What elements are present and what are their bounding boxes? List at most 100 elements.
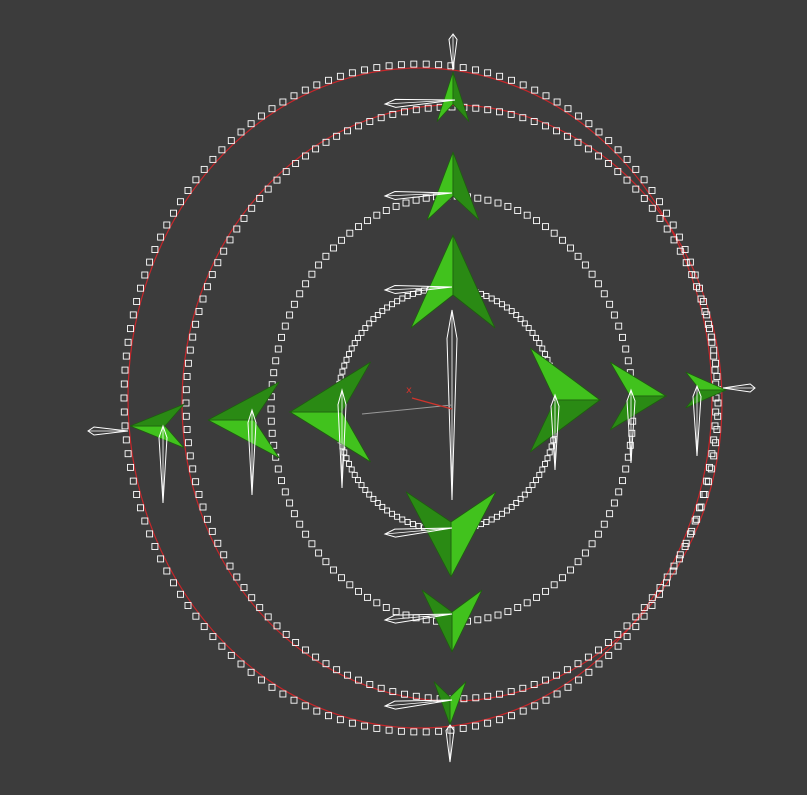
ring-2-vertex	[286, 499, 294, 507]
ring-2-vertex	[272, 357, 280, 365]
ring-0-vertex	[257, 112, 265, 120]
ring-2-vertex	[267, 405, 275, 413]
leaf-bottom-2[interactable]	[421, 589, 483, 653]
leaf-top-2[interactable]	[426, 151, 480, 221]
ring-2-vertex	[567, 566, 574, 574]
ring-0-vertex	[227, 137, 235, 145]
ring-2-vertex	[402, 199, 410, 207]
ring-2-vertex	[574, 558, 582, 566]
leaf-right-1[interactable]	[529, 347, 602, 453]
ring-1-vertex	[701, 491, 709, 498]
ring-3-vertex	[499, 510, 505, 517]
ring-0-vertex	[519, 81, 527, 89]
ring-2-vertex	[588, 270, 596, 278]
ring-3-vertex	[488, 295, 495, 302]
ring-1-vertex	[710, 346, 718, 354]
ring-0-vertex	[279, 98, 287, 106]
ring-2-vertex	[615, 322, 623, 330]
ring-0-vertex	[361, 66, 368, 74]
leaf-left-1[interactable]	[288, 361, 371, 463]
ring-0-vertex	[542, 696, 550, 704]
ring-0-vertex	[663, 209, 670, 217]
leaf-top-1[interactable]	[436, 71, 470, 122]
ring-2-vertex	[338, 574, 345, 582]
ring-0-vertex	[575, 112, 583, 120]
ring-3-vertex	[539, 466, 546, 473]
ring-0-vertex	[422, 60, 430, 68]
ring-0-vertex	[151, 543, 159, 550]
ring-0-vertex	[348, 719, 356, 727]
ring-3-vertex	[536, 471, 543, 478]
leaf-bottom-1-face-a	[450, 491, 497, 578]
ring-0-vertex	[120, 408, 128, 416]
ring-2-vertex	[346, 581, 354, 589]
ring-2-vertex	[494, 611, 502, 619]
ring-3-vertex	[544, 455, 551, 462]
ring-3-vertex	[355, 477, 361, 484]
ring-0-vertex	[531, 702, 539, 710]
ring-3-vertex	[394, 298, 401, 305]
ring-1-vertex	[184, 439, 192, 447]
ring-0-vertex	[669, 221, 677, 229]
ring-2-vertex	[281, 488, 289, 496]
ring-0-vertex	[177, 590, 184, 598]
3d-viewport[interactable]: x	[0, 0, 807, 795]
ring-3-vertex	[493, 298, 500, 305]
ring-2-vertex	[606, 510, 614, 518]
leaf-left-3[interactable]	[129, 403, 185, 449]
ring-3-vertex	[389, 510, 395, 517]
ring-1-vertex	[192, 320, 200, 328]
ring-0-vertex	[605, 137, 613, 145]
ring-2-vertex	[533, 593, 540, 601]
ring-3-vertex	[503, 507, 510, 514]
ring-0-vertex	[146, 258, 154, 266]
transform-gizmo[interactable]: x	[361, 385, 453, 415]
ring-0-vertex	[124, 338, 132, 346]
bone-bottom-3[interactable]	[383, 699, 453, 710]
ring-1-vertex	[186, 346, 194, 354]
ring-2-vertex	[274, 465, 282, 473]
leaf-bottom-1[interactable]	[405, 491, 497, 578]
ring-0-vertex	[472, 66, 479, 74]
leaf-bottom-2-face-a	[451, 589, 483, 653]
ring-0-vertex	[122, 436, 130, 444]
leaf-left-1-face-b	[288, 361, 371, 413]
ring-2-vertex	[308, 270, 316, 278]
ring-3-vertex	[355, 334, 361, 341]
leaf-right-1-face-a	[529, 347, 602, 401]
ring-2-vertex	[615, 488, 623, 496]
ring-2-vertex	[600, 520, 608, 528]
ring-2-vertex	[484, 614, 492, 622]
leaf-meshes[interactable]	[129, 71, 727, 726]
leaf-top-2-face-a	[426, 151, 454, 221]
ring-2-vertex	[392, 202, 400, 210]
ring-2-vertex	[296, 290, 304, 298]
ring-2-vertex	[296, 520, 304, 528]
ring-3-vertex	[483, 293, 490, 299]
ring-0-vertex	[656, 198, 663, 206]
ring-0-vertex	[710, 352, 718, 360]
ring-1-vertex	[189, 465, 197, 473]
ring-0-vertex	[648, 187, 656, 194]
leaf-bottom-3[interactable]	[433, 681, 467, 726]
ring-3-vertex	[529, 329, 536, 336]
ring-0-vertex	[279, 690, 287, 698]
ring-0-vertex	[373, 724, 381, 732]
ring-1-vertex	[186, 452, 194, 460]
ring-0-vertex	[127, 463, 134, 471]
ring-2-vertex	[290, 300, 298, 308]
leaf-right-2[interactable]	[609, 361, 668, 431]
ring-2-vertex	[302, 280, 310, 288]
ring-0-vertex	[192, 176, 200, 184]
ring-2-vertex	[290, 510, 298, 518]
ring-3-vertex	[346, 460, 352, 467]
ring-1-vertex	[203, 283, 211, 291]
ring-1-vertex	[195, 308, 203, 315]
ring-0-vertex	[422, 728, 430, 736]
ring-0-vertex	[313, 707, 321, 715]
leaf-right-1-face-b	[529, 399, 602, 453]
ring-0-vertex	[472, 722, 479, 730]
leaf-top-3-face-b	[452, 234, 496, 329]
viewport-scene[interactable]: x	[0, 0, 807, 795]
leaf-right-2-face-b	[609, 395, 668, 431]
